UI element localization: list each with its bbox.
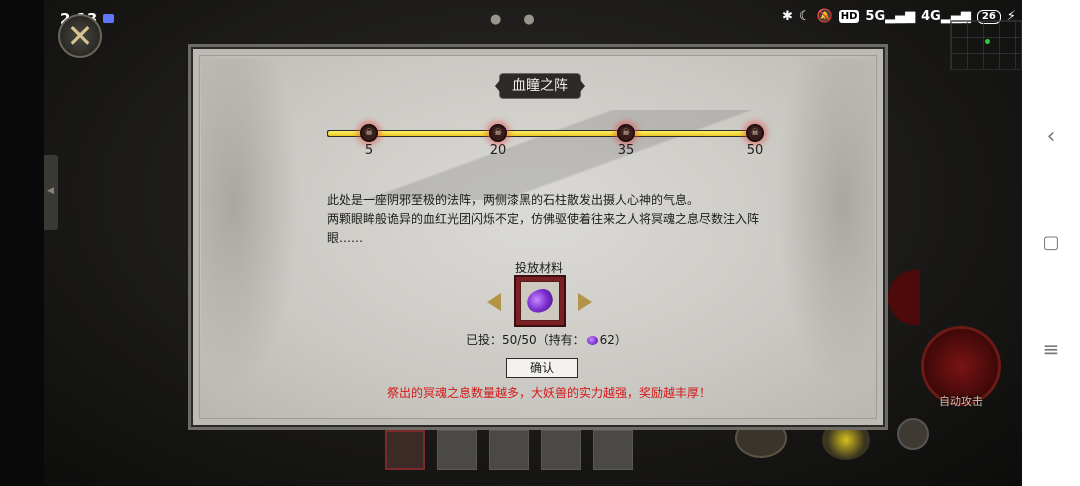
quick-slot[interactable]: [489, 430, 529, 470]
auto-attack-label: 自动攻击: [939, 395, 983, 408]
progress-fill: [328, 131, 758, 136]
minimap-player-dot: [985, 39, 990, 44]
close-icon: ✕: [66, 17, 94, 55]
dragon-decoration-left: [201, 59, 311, 419]
invested-suffix: ）: [614, 333, 627, 347]
reward-notice: 祭出的冥魂之息数量越多，大妖兽的实力越强，奖励越丰厚！: [387, 386, 712, 400]
material-label: 投放材料: [514, 261, 563, 275]
quick-slot[interactable]: [541, 430, 581, 470]
back-icon[interactable]: ‹: [1022, 124, 1080, 149]
quick-slot[interactable]: [385, 430, 425, 470]
mute-bell-icon: 🔕: [816, 9, 833, 24]
hd-badge: HD: [838, 10, 860, 23]
navigation-bar: ‹ ▢ ≡: [1022, 0, 1080, 486]
held-count: 62: [599, 333, 615, 347]
bluetooth-icon: ✱: [782, 9, 793, 24]
milestone-label: 35: [617, 143, 635, 158]
invested-prefix: 已投：50/50（持有：: [466, 333, 585, 347]
previous-material-arrow-icon[interactable]: [487, 293, 501, 311]
formation-description: 此处是一座阴邪至极的法阵，两侧漆黑的石柱散发出摄人心神的气息。 两颗眼眸般诡异的…: [327, 191, 767, 248]
material-slot-inner: [520, 281, 560, 321]
quick-slots: [385, 430, 633, 470]
screen: ◀ 2:13 ✱ ☾ 🔕 HD 5G▂▄▆ 4G▂▄▆ 26 ⚡ ✕ ● ● 自…: [0, 0, 1080, 486]
invested-count: 已投：50/50（持有： 62）: [466, 331, 627, 348]
milestone-skull-icon[interactable]: ☠: [489, 124, 507, 142]
purple-gem-icon: [586, 336, 598, 345]
top-hud-icons: ● ●: [490, 12, 535, 27]
next-material-arrow-icon[interactable]: [578, 293, 592, 311]
home-icon[interactable]: ▢: [1022, 232, 1080, 253]
description-line: 此处是一座阴邪至极的法阵，两侧漆黑的石柱散发出摄人心神的气息。: [327, 193, 700, 207]
mushroom-icon: ●: [490, 12, 502, 27]
mountain-backdrop: [330, 110, 780, 200]
quick-slot[interactable]: [437, 430, 477, 470]
menu-icon[interactable]: ≡: [1022, 337, 1080, 361]
moon-icon: ☾: [798, 9, 811, 24]
milestone-skull-icon[interactable]: ☠: [746, 124, 764, 142]
dragon-decoration-right: [765, 59, 875, 419]
milestone-skull-icon[interactable]: ☠: [360, 124, 378, 142]
quick-slot[interactable]: [593, 430, 633, 470]
dialog-title: 血瞳之阵: [495, 74, 585, 98]
minimap[interactable]: [950, 20, 1022, 70]
left-edge: [0, 0, 44, 486]
material-slot[interactable]: [514, 275, 566, 327]
milestone-label: 20: [489, 143, 507, 158]
mushroom-icon-2: ●: [523, 12, 535, 27]
skill-button-3[interactable]: [897, 418, 929, 450]
milestone-skull-icon[interactable]: ☠: [617, 124, 635, 142]
side-panel-arrow-icon: ◀: [47, 186, 54, 196]
signal-5g: 5G▂▄▆: [865, 9, 916, 24]
milestone-label: 5: [364, 143, 374, 158]
close-button[interactable]: ✕: [58, 14, 102, 58]
video-recording-icon: [103, 14, 114, 23]
purple-gem-icon: [524, 286, 556, 316]
confirm-button[interactable]: 确认: [506, 358, 578, 378]
progress-track: [327, 130, 759, 137]
description-line: 两颗眼眸般诡异的血红光团闪烁不定，仿佛驱使着往来之人将冥魂之息尽数注入阵眼……: [327, 212, 760, 245]
milestone-label: 50: [746, 143, 764, 158]
